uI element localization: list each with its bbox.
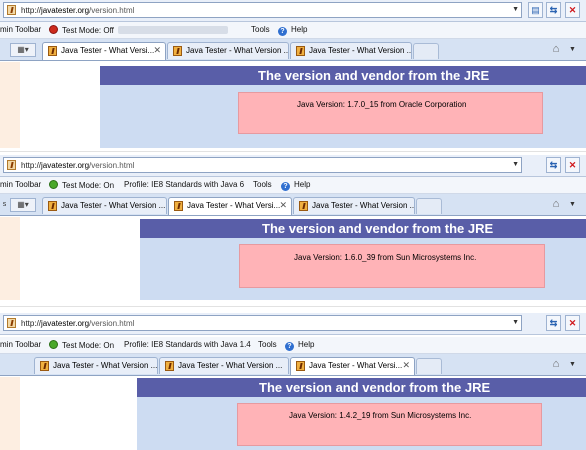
java-tab-icon [48, 46, 57, 56]
address-field[interactable]: http://javatester.org/version.html ▼ [3, 315, 522, 331]
java-tab-icon [174, 201, 183, 211]
home-icon[interactable]: ⌂ [549, 198, 563, 211]
tab-1[interactable]: Java Tester - What Version ... [34, 357, 158, 374]
tab-3[interactable]: Java Tester - What Version ... [290, 42, 412, 59]
tab-1[interactable]: Java Tester - What Version ... [42, 197, 167, 214]
help-icon: ? [285, 342, 294, 351]
quick-tabs-icon[interactable]: ▦▾ [10, 43, 36, 57]
java-tab-icon [173, 46, 182, 56]
admin-toolbar-label[interactable]: min Toolbar [0, 180, 41, 189]
command-bar: min Toolbar Test Mode: On Profile: IE8 S… [0, 337, 586, 354]
refresh-icon[interactable]: ⇆ [546, 157, 561, 173]
home-icon[interactable]: ⌂ [549, 358, 563, 371]
help-icon: ? [278, 27, 287, 36]
side-panel [0, 217, 20, 300]
java-tab-icon [296, 361, 305, 371]
record-icon [49, 25, 58, 34]
help-menu[interactable]: ? Help [281, 180, 310, 191]
divider [0, 306, 586, 307]
java-page-icon [7, 318, 16, 328]
compat-view-icon[interactable]: ▤ [528, 2, 543, 18]
tab-2[interactable]: Java Tester - What Versi... ✕ [168, 197, 292, 215]
address-field[interactable]: http://javatester.org/version.html ▼ [3, 2, 522, 18]
url-text: http://javatester.org/version.html [21, 161, 135, 170]
command-bar: min Toolbar Test Mode: On Profile: IE8 S… [0, 177, 586, 194]
close-tab-icon[interactable]: ✕ [153, 45, 161, 56]
tab-3[interactable]: Java Tester - What Versi... ✕ [290, 357, 415, 375]
home-dropdown-icon[interactable]: ▼ [569, 358, 577, 371]
tools-menu[interactable]: Tools [258, 340, 277, 349]
profile-label[interactable]: Profile: IE8 Standards with Java 6 [124, 180, 244, 189]
tab-strip: Java Tester - What Version ... Java Test… [0, 354, 586, 376]
address-dropdown-icon[interactable]: ▼ [512, 161, 519, 168]
page-header: The version and vendor from the JRE [140, 219, 586, 238]
browser-window-1: http://javatester.org/version.html ▼ ▤ ⇆… [0, 0, 586, 148]
admin-toolbar-label[interactable]: min Toolbar [0, 25, 41, 34]
side-panel [0, 62, 20, 148]
version-box: Java Version: 1.4.2_19 from Sun Microsys… [237, 403, 542, 446]
stop-icon[interactable]: ✕ [565, 315, 580, 331]
home-dropdown-icon[interactable]: ▼ [569, 43, 577, 56]
new-tab-button[interactable] [416, 358, 442, 374]
new-tab-button[interactable] [416, 198, 442, 214]
refresh-icon[interactable]: ⇆ [546, 2, 561, 18]
url-text: http://javatester.org/version.html [21, 6, 135, 15]
blurred-profile [118, 26, 228, 34]
java-tab-icon [48, 201, 57, 211]
play-icon [49, 180, 58, 189]
java-tab-icon [299, 201, 308, 211]
tab-list-dropdown-icon[interactable]: s [0, 198, 9, 212]
tab-strip: s ▦▾ Java Tester - What Version ... Java… [0, 194, 586, 216]
test-mode-button[interactable]: Test Mode: On [49, 340, 114, 350]
java-page-icon [7, 5, 16, 15]
address-field[interactable]: http://javatester.org/version.html ▼ [3, 157, 522, 173]
page-header: The version and vendor from the JRE [100, 66, 586, 85]
tools-menu[interactable]: Tools [251, 25, 270, 34]
refresh-icon[interactable]: ⇆ [546, 315, 561, 331]
test-mode-button[interactable]: Test Mode: On [49, 180, 114, 190]
address-dropdown-icon[interactable]: ▼ [512, 319, 519, 326]
test-mode-button[interactable]: Test Mode: Off [49, 25, 114, 35]
play-icon [49, 340, 58, 349]
tab-3[interactable]: Java Tester - What Version ... [293, 197, 415, 214]
version-box: Java Version: 1.6.0_39 from Sun Microsys… [239, 244, 545, 288]
close-tab-icon[interactable]: ✕ [279, 200, 287, 211]
help-menu[interactable]: ? Help [278, 25, 307, 36]
new-tab-button[interactable] [413, 43, 439, 59]
home-dropdown-icon[interactable]: ▼ [569, 198, 577, 211]
java-page-icon [7, 160, 16, 170]
admin-toolbar-label[interactable]: min Toolbar [0, 340, 41, 349]
side-panel [0, 377, 20, 450]
java-tab-icon [165, 361, 174, 371]
tab-2[interactable]: Java Tester - What Version ... [159, 357, 289, 374]
address-dropdown-icon[interactable]: ▼ [512, 6, 519, 13]
java-tab-icon [296, 46, 305, 56]
help-icon: ? [281, 182, 290, 191]
java-tab-icon [40, 361, 49, 371]
close-tab-icon[interactable]: ✕ [402, 360, 410, 371]
home-icon[interactable]: ⌂ [549, 43, 563, 56]
url-text: http://javatester.org/version.html [21, 319, 135, 328]
tab-1[interactable]: Java Tester - What Versi... ✕ [42, 42, 166, 60]
stop-icon[interactable]: ✕ [565, 2, 580, 18]
browser-window-3: http://javatester.org/version.html ▼ ⇆ ✕… [0, 313, 586, 450]
tab-strip: ▦▾ Java Tester - What Versi... ✕ Java Tes… [0, 39, 586, 61]
stop-icon[interactable]: ✕ [565, 157, 580, 173]
divider [0, 151, 586, 152]
version-box: Java Version: 1.7.0_15 from Oracle Corpo… [238, 92, 543, 134]
command-bar: min Toolbar Test Mode: Off Tools ? Help [0, 22, 586, 39]
address-bar-row: http://javatester.org/version.html ▼ ▤ ⇆… [0, 0, 586, 22]
quick-tabs-icon[interactable]: ▦▾ [10, 198, 36, 212]
tab-2[interactable]: Java Tester - What Version ... [167, 42, 289, 59]
tools-menu[interactable]: Tools [253, 180, 272, 189]
help-menu[interactable]: ? Help [285, 340, 314, 351]
address-bar-row: http://javatester.org/version.html ▼ ⇆ ✕ [0, 155, 586, 177]
profile-label[interactable]: Profile: IE8 Standards with Java 1.4 [124, 340, 251, 349]
address-bar-row: http://javatester.org/version.html ▼ ⇆ ✕ [0, 313, 586, 335]
browser-window-2: http://javatester.org/version.html ▼ ⇆ ✕… [0, 155, 586, 300]
page-header: The version and vendor from the JRE [137, 378, 586, 397]
